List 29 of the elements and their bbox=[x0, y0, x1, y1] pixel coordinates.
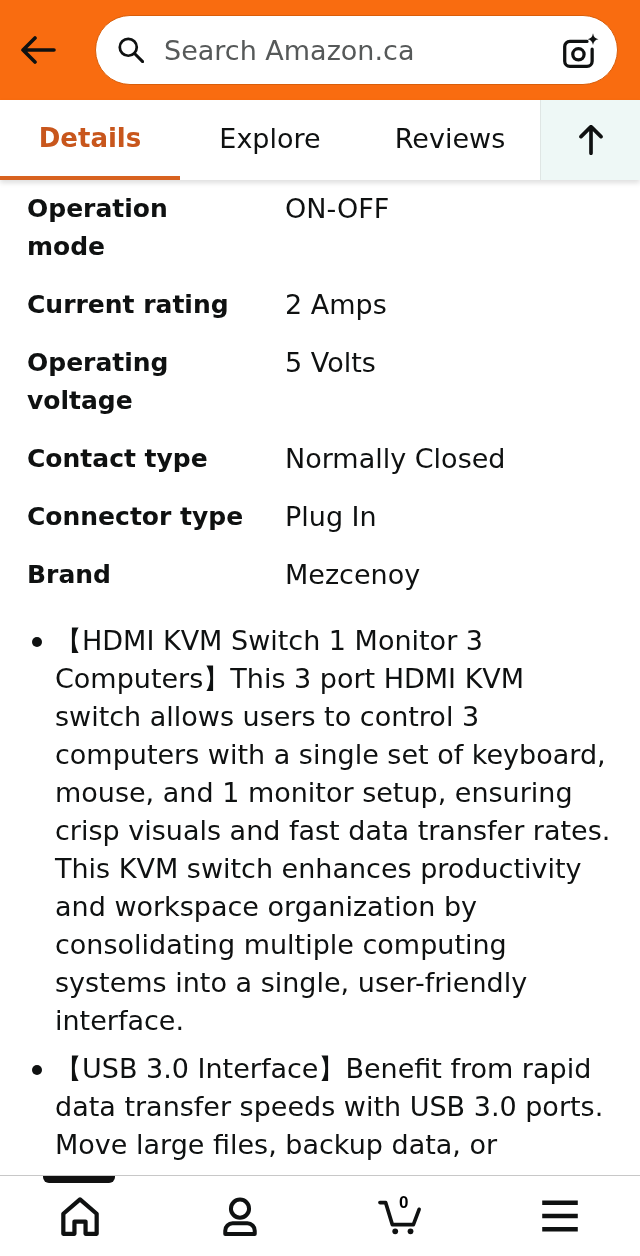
spec-label: Connector type bbox=[27, 501, 245, 533]
spec-value: ON-OFF bbox=[285, 192, 391, 226]
spec-value: Normally Closed bbox=[285, 442, 507, 476]
bullet-text: 【USB 3.0 Interface】Benefit from rapid data transfer speeds with USB 3.0 ports. Move large files, backup data, or bbox=[55, 1052, 605, 1162]
bullet-text: 【HDMI KVM Switch 1 Monitor 3 Computers】This 3 port HDMI KVM switch allows users to control 3 computers with a single set of keyboard, mouse, and 1 monitor setup, ensuring crisp visuals and fast data transfer rates. This KVM switch enhances productivity and workspace organization by consolidating multiple computing systems into a single, user-friendly interface. bbox=[55, 624, 612, 1038]
person-icon bbox=[220, 1196, 260, 1236]
search-input[interactable]: Search Amazon.ca bbox=[164, 34, 543, 66]
tab[interactable]: Reviews bbox=[360, 100, 540, 180]
arrow-up-icon bbox=[578, 125, 603, 155]
spec-value: 2 Amps bbox=[285, 288, 388, 322]
home-icon bbox=[60, 1196, 100, 1236]
spec-value: 5 Volts bbox=[285, 346, 377, 380]
spec-value: Plug In bbox=[285, 500, 378, 534]
spec-label: Brand bbox=[27, 559, 112, 591]
bullet-icon bbox=[32, 637, 42, 647]
spec-label: Contact type bbox=[27, 443, 209, 475]
spec-value: Mezcenoy bbox=[285, 558, 422, 592]
spec-label: Operation mode bbox=[27, 193, 169, 263]
back-arrow-icon bbox=[20, 36, 56, 64]
tab[interactable]: Details bbox=[0, 100, 180, 180]
back-to-top-button[interactable] bbox=[540, 100, 640, 180]
spec-label: Operating voltage bbox=[27, 347, 170, 417]
search-icon bbox=[118, 37, 144, 63]
tab[interactable]: Explore bbox=[180, 100, 360, 180]
search-bar[interactable]: Search Amazon.ca bbox=[95, 15, 618, 85]
cart-count: 0 bbox=[399, 1193, 409, 1213]
bullet-icon bbox=[32, 1065, 42, 1075]
camera-icon[interactable] bbox=[563, 32, 599, 68]
spec-label: Current rating bbox=[27, 289, 230, 321]
